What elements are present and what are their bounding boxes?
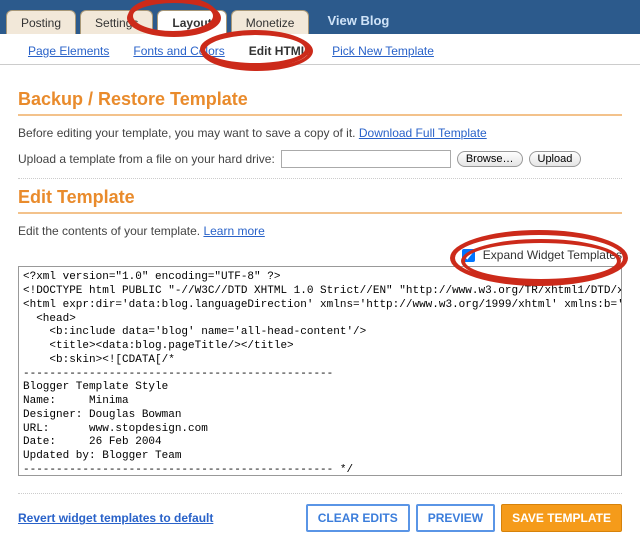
tab-posting[interactable]: Posting: [6, 10, 76, 34]
expand-widget-text: Expand Widget Templates: [483, 248, 622, 262]
sub-tab-bar: Page Elements Fonts and Colors Edit HTML…: [0, 34, 640, 65]
upload-button[interactable]: Upload: [529, 151, 582, 167]
download-template-link[interactable]: Download Full Template: [359, 126, 487, 140]
backup-heading: Backup / Restore Template: [18, 89, 622, 116]
backup-intro: Before editing your template, you may wa…: [18, 126, 622, 140]
clear-edits-button[interactable]: CLEAR EDITS: [306, 504, 410, 532]
expand-widget-label[interactable]: Expand Widget Templates: [462, 248, 622, 262]
browse-button[interactable]: Browse…: [457, 151, 523, 167]
top-tab-bar: Posting Settings Layout Monetize View Bl…: [0, 0, 640, 34]
revert-templates-link[interactable]: Revert widget templates to default: [18, 511, 213, 525]
subtab-pick-template[interactable]: Pick New Template: [332, 44, 434, 58]
edit-intro-text: Edit the contents of your template.: [18, 224, 203, 238]
tab-monetize[interactable]: Monetize: [231, 10, 310, 34]
subtab-fonts-colors[interactable]: Fonts and Colors: [133, 44, 224, 58]
upload-file-input[interactable]: [281, 150, 451, 168]
backup-intro-text: Before editing your template, you may wa…: [18, 126, 359, 140]
template-code-textarea[interactable]: [18, 266, 622, 476]
tab-settings[interactable]: Settings: [80, 10, 153, 34]
tab-layout[interactable]: Layout: [157, 10, 226, 34]
preview-button[interactable]: PREVIEW: [416, 504, 495, 532]
subtab-page-elements[interactable]: Page Elements: [28, 44, 109, 58]
save-template-button[interactable]: SAVE TEMPLATE: [501, 504, 622, 532]
edit-heading: Edit Template: [18, 187, 622, 214]
edit-intro: Edit the contents of your template. Lear…: [18, 224, 622, 238]
learn-more-link[interactable]: Learn more: [203, 224, 264, 238]
subtab-edit-html[interactable]: Edit HTML: [249, 44, 308, 58]
expand-widget-checkbox[interactable]: [462, 249, 475, 262]
upload-label: Upload a template from a file on your ha…: [18, 152, 275, 166]
view-blog-link[interactable]: View Blog: [313, 7, 403, 34]
